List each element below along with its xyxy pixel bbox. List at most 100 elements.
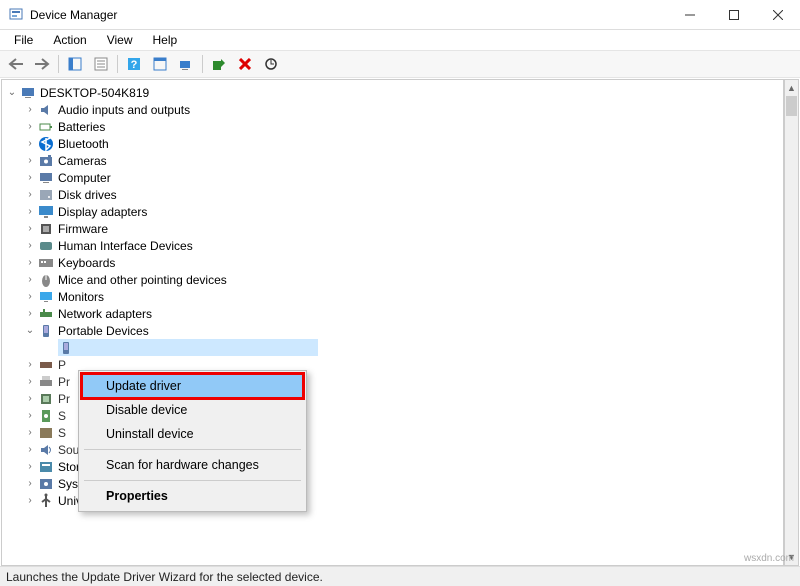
expand-icon[interactable]: › <box>22 221 38 237</box>
expand-icon[interactable]: › <box>22 391 38 407</box>
action-button[interactable] <box>148 53 172 75</box>
tree-root[interactable]: ⌄ DESKTOP-504K819 <box>2 84 783 101</box>
hid-icon <box>38 238 54 254</box>
window-title: Device Manager <box>30 8 668 22</box>
security-icon <box>38 408 54 424</box>
vertical-scrollbar[interactable]: ▲ ▼ <box>784 79 799 566</box>
tree-device-selected[interactable] <box>2 339 783 356</box>
menu-view[interactable]: View <box>99 31 141 49</box>
minimize-button[interactable] <box>668 0 712 30</box>
scroll-up-button[interactable]: ▲ <box>785 80 798 96</box>
tree-category[interactable]: › Firmware <box>2 220 783 237</box>
expand-icon[interactable]: › <box>22 119 38 135</box>
watermark: wsxdn.com <box>744 553 794 564</box>
tree-category[interactable]: ›Computer <box>2 169 783 186</box>
tree-category[interactable]: › Cameras <box>2 152 783 169</box>
expand-icon[interactable]: › <box>22 289 38 305</box>
maximize-button[interactable] <box>712 0 756 30</box>
close-button[interactable] <box>756 0 800 30</box>
tree-root-label: DESKTOP-504K819 <box>40 86 149 100</box>
usb-icon <box>38 493 54 509</box>
keyboard-icon <box>38 255 54 271</box>
tree-category-label: Firmware <box>58 222 108 236</box>
tree-category-label: Audio inputs and outputs <box>58 103 190 117</box>
expand-icon[interactable]: › <box>22 425 38 441</box>
disk-icon <box>38 187 54 203</box>
menubar: File Action View Help <box>0 30 800 50</box>
scroll-thumb[interactable] <box>786 96 797 116</box>
context-item-scan-for-hardware-changes[interactable]: Scan for hardware changes <box>82 453 303 477</box>
bluetooth-icon <box>38 136 54 152</box>
properties-button[interactable] <box>89 53 113 75</box>
network-icon <box>38 306 54 322</box>
tree-category[interactable]: ›Mice and other pointing devices <box>2 271 783 288</box>
expand-icon[interactable]: › <box>22 493 38 509</box>
context-item-uninstall-device[interactable]: Uninstall device <box>82 422 303 446</box>
help-button[interactable]: ? <box>122 53 146 75</box>
tree-device-label <box>78 341 81 355</box>
tree-category[interactable]: ›Human Interface Devices <box>2 237 783 254</box>
menu-action[interactable]: Action <box>45 31 94 49</box>
enable-button[interactable] <box>207 53 231 75</box>
system-icon <box>38 476 54 492</box>
tree-category[interactable]: › Audio inputs and outputs <box>2 101 783 118</box>
expand-icon[interactable]: › <box>22 238 38 254</box>
tree-category[interactable]: ›Monitors <box>2 288 783 305</box>
tree-category[interactable]: › Keyboards <box>2 254 783 271</box>
expand-icon[interactable]: › <box>22 255 38 271</box>
expand-icon[interactable]: › <box>22 153 38 169</box>
storage-icon <box>38 459 54 475</box>
uninstall-button[interactable] <box>233 53 257 75</box>
tree-category[interactable]: ›Display adapters <box>2 203 783 220</box>
tree-category[interactable]: ⌄Portable Devices <box>2 322 783 339</box>
expand-icon[interactable]: › <box>22 374 38 390</box>
context-item-disable-device[interactable]: Disable device <box>82 398 303 422</box>
expand-icon[interactable]: › <box>22 408 38 424</box>
tree-category[interactable]: ›Network adapters <box>2 305 783 322</box>
context-item-update-driver[interactable]: Update driver <box>82 374 303 398</box>
expand-icon[interactable]: › <box>22 476 38 492</box>
collapse-icon[interactable]: ⌄ <box>4 85 20 101</box>
expand-icon[interactable]: › <box>22 204 38 220</box>
portable-device-icon <box>58 340 74 356</box>
expand-icon[interactable]: › <box>22 459 38 475</box>
titlebar: Device Manager <box>0 0 800 30</box>
mouse-icon <box>38 272 54 288</box>
toolbar: ? <box>0 50 800 78</box>
camera-icon <box>38 153 54 169</box>
firmware-icon <box>38 221 54 237</box>
context-separator <box>84 449 301 450</box>
software-icon <box>38 425 54 441</box>
expand-icon[interactable]: › <box>22 102 38 118</box>
back-button[interactable] <box>4 53 28 75</box>
expand-icon[interactable]: ⌄ <box>22 323 38 339</box>
sound-icon <box>38 442 54 458</box>
expand-icon[interactable]: › <box>22 357 38 373</box>
show-hide-button[interactable] <box>63 53 87 75</box>
tree-category[interactable]: ›Batteries <box>2 118 783 135</box>
tree-category-label: Keyboards <box>58 256 115 270</box>
menu-help[interactable]: Help <box>145 31 186 49</box>
tree-category[interactable]: › Bluetooth <box>2 135 783 152</box>
tree-category[interactable]: ›Disk drives <box>2 186 783 203</box>
expand-icon[interactable]: › <box>22 306 38 322</box>
expand-icon[interactable]: › <box>22 187 38 203</box>
port-icon <box>38 357 54 373</box>
expand-icon[interactable]: › <box>22 136 38 152</box>
app-icon <box>8 7 24 23</box>
expand-icon[interactable]: › <box>22 442 38 458</box>
expand-icon[interactable]: › <box>22 272 38 288</box>
forward-button[interactable] <box>30 53 54 75</box>
update-button[interactable] <box>259 53 283 75</box>
expand-icon[interactable]: › <box>22 170 38 186</box>
menu-file[interactable]: File <box>6 31 41 49</box>
processor-icon <box>38 391 54 407</box>
tree-category-label: Cameras <box>58 154 107 168</box>
statusbar-text: Launches the Update Driver Wizard for th… <box>6 570 323 584</box>
context-separator <box>84 480 301 481</box>
context-item-properties[interactable]: Properties <box>82 484 303 508</box>
scan-button[interactable] <box>174 53 198 75</box>
printqueue-icon <box>38 374 54 390</box>
tree-category-label: Bluetooth <box>58 137 109 151</box>
battery-icon <box>38 119 54 135</box>
